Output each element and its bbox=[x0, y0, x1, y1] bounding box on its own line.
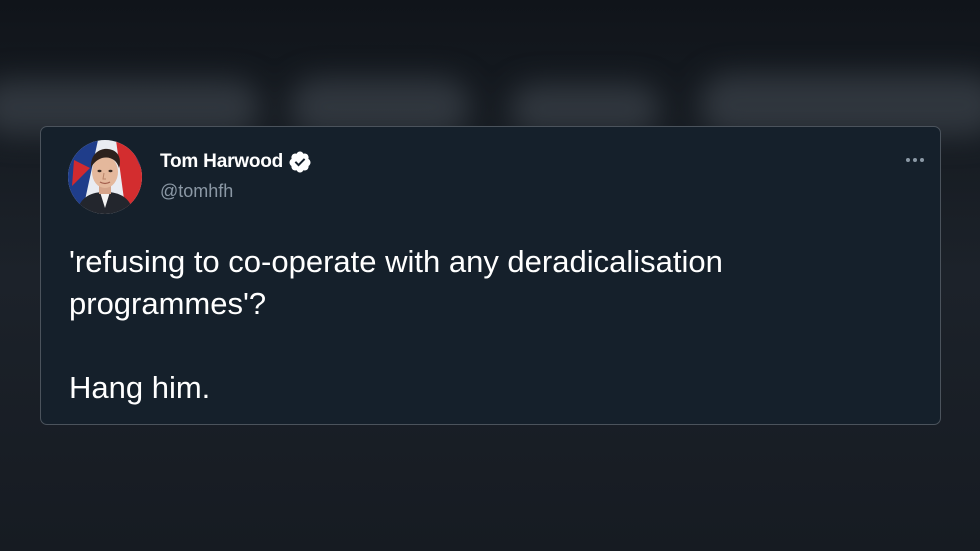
author-name-row: Tom Harwood bbox=[160, 150, 312, 174]
dot bbox=[906, 158, 910, 162]
author-name[interactable]: Tom Harwood bbox=[160, 151, 283, 173]
tweet-text-line-1: 'refusing to co-operate with any deradic… bbox=[69, 244, 723, 279]
tweet-text: 'refusing to co-operate with any deradic… bbox=[69, 241, 909, 409]
avatar[interactable] bbox=[68, 140, 142, 214]
verified-badge-icon bbox=[289, 151, 311, 173]
dot bbox=[920, 158, 924, 162]
avatar-image bbox=[68, 140, 142, 214]
tweet-card[interactable]: Tom Harwood @tomhfh 'refusing to co-oper… bbox=[40, 126, 941, 425]
author-handle[interactable]: @tomhfh bbox=[160, 181, 233, 202]
tweet-text-line-3: Hang him. bbox=[69, 370, 211, 405]
more-options-icon[interactable] bbox=[903, 154, 927, 166]
tweet-text-line-2: programmes'? bbox=[69, 286, 267, 321]
dot bbox=[913, 158, 917, 162]
